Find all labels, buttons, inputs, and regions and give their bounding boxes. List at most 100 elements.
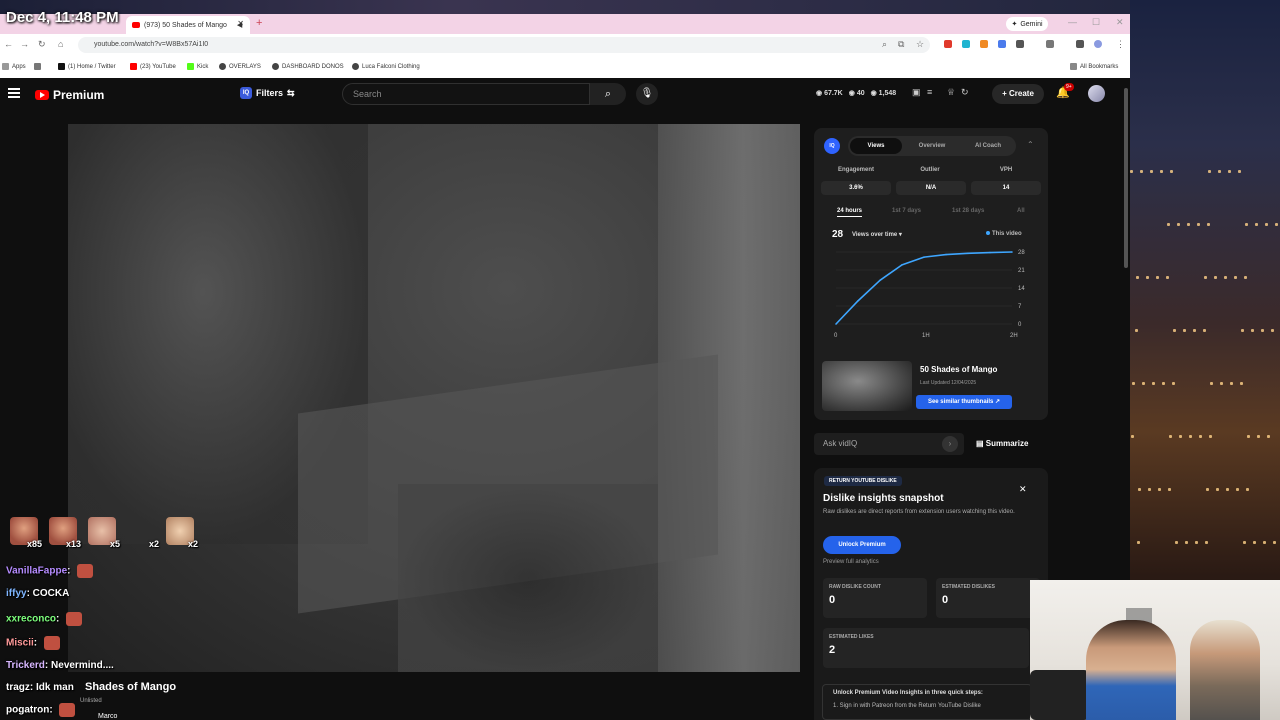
stat-subs: ◉ 1,548 xyxy=(871,89,897,97)
unlock-premium-button[interactable]: Unlock Premium xyxy=(823,536,901,554)
metric-label: Outlier xyxy=(920,167,940,173)
extension-icon[interactable] xyxy=(944,40,952,48)
city-light xyxy=(1230,382,1233,385)
city-light xyxy=(1244,276,1247,279)
city-light xyxy=(1218,170,1221,173)
forward-icon[interactable]: → xyxy=(20,39,29,49)
tab-overview[interactable]: Overview xyxy=(906,138,958,154)
zoom-icon[interactable]: ⌕ xyxy=(882,39,887,50)
tab-views[interactable]: Views xyxy=(850,138,902,154)
city-light xyxy=(1209,435,1212,438)
premium-steps: Unlock Premium Video Insights in three q… xyxy=(822,684,1032,720)
webcam-overlay xyxy=(1030,580,1280,720)
emote-count: x2 xyxy=(187,539,198,549)
city-light xyxy=(1271,329,1274,332)
search-input[interactable]: Search xyxy=(342,83,590,105)
search-placeholder: Search xyxy=(353,89,382,99)
bookmark-star-icon[interactable]: ☆ xyxy=(916,39,924,50)
chat-text: : xyxy=(56,613,63,625)
refresh-icon[interactable]: ↻ xyxy=(961,87,969,98)
bookmark-kick[interactable]: Kick xyxy=(187,63,208,70)
extension-icon[interactable] xyxy=(962,40,970,48)
maximize-icon[interactable]: ☐ xyxy=(1092,17,1100,28)
summarize-button[interactable]: ▤ Summarize xyxy=(976,439,1028,448)
city-light xyxy=(1132,382,1135,385)
home-icon[interactable]: ⌂ xyxy=(58,39,63,49)
hamburger-menu-icon[interactable] xyxy=(8,88,20,98)
y-tick-label: 28 xyxy=(1018,250,1025,256)
minimize-icon[interactable]: — xyxy=(1068,17,1077,27)
new-tab-icon[interactable]: + xyxy=(256,17,262,29)
x-tick-label: 1H xyxy=(922,333,930,339)
stat-label: ESTIMATED LIKES xyxy=(829,634,874,640)
city-light xyxy=(1138,488,1141,491)
range-all[interactable]: All xyxy=(1017,208,1025,214)
list-icon[interactable]: ≡ xyxy=(927,87,932,97)
ryd-title: Dislike insights snapshot xyxy=(823,493,944,504)
eye-icon: ◉ xyxy=(816,90,825,97)
close-icon[interactable]: ✕ xyxy=(1019,484,1027,495)
city-light xyxy=(1234,276,1237,279)
bookmark-apps[interactable]: Apps xyxy=(2,63,26,70)
collapse-chevron-icon[interactable]: ⌃ xyxy=(1027,140,1034,149)
vidiq-header-icon[interactable]: ▣ xyxy=(912,87,921,98)
bookmark-youtube[interactable]: (23) YouTube xyxy=(130,63,176,70)
chat-message: Miscii: xyxy=(6,636,60,650)
stat-label: RAW DISLIKE COUNT xyxy=(829,584,881,590)
bookmark-overlays[interactable]: OVERLAYS xyxy=(219,63,261,70)
range-24h[interactable]: 24 hours xyxy=(837,208,863,217)
data-point xyxy=(1011,251,1013,253)
extension-icon[interactable] xyxy=(998,40,1006,48)
emote-count: x5 xyxy=(109,539,120,549)
bookmark-grid[interactable] xyxy=(34,63,41,70)
legend-dot xyxy=(986,231,990,235)
similar-thumbnails-button[interactable]: See similar thumbnails ↗ xyxy=(916,395,1012,409)
send-arrow-icon[interactable]: › xyxy=(942,436,958,452)
views-dropdown[interactable]: Views over time ▾ xyxy=(852,231,902,238)
preview-analytics: Preview full analytics xyxy=(823,559,879,565)
city-light xyxy=(1140,170,1143,173)
sliders-icon: ⇆ xyxy=(287,87,295,98)
city-light xyxy=(1173,329,1176,332)
city-light xyxy=(1214,276,1217,279)
all-bookmarks[interactable]: All Bookmarks xyxy=(1070,63,1118,70)
range-28d[interactable]: 1st 28 days xyxy=(952,208,984,214)
city-light xyxy=(1247,435,1250,438)
install-icon[interactable]: ⧉ xyxy=(898,39,904,50)
profile-icon[interactable] xyxy=(1094,40,1102,48)
gemini-button[interactable]: ✦ Gemini xyxy=(1006,17,1048,31)
search-button[interactable]: ⌕ xyxy=(590,83,626,105)
reload-icon[interactable]: ↻ xyxy=(38,39,46,50)
tab-ai-coach[interactable]: AI Coach xyxy=(962,138,1014,154)
close-tab-icon[interactable]: ✕ xyxy=(237,19,244,28)
extensions-puzzle-icon[interactable] xyxy=(1016,40,1024,48)
url-field[interactable]: youtube.com/watch?v=W8Bx57Ai1I0 xyxy=(78,37,930,53)
extension-icon[interactable] xyxy=(980,40,988,48)
bookmark-clothing[interactable]: Luca Falconi Clothing xyxy=(352,63,420,70)
filters-button[interactable]: IQ Filters ⇆ xyxy=(240,87,295,99)
cast-icon[interactable] xyxy=(1076,40,1084,48)
avatar[interactable] xyxy=(1088,85,1105,102)
kebab-menu-icon[interactable]: ⋮ xyxy=(1116,39,1125,50)
page-scrollbar[interactable] xyxy=(1124,88,1128,268)
bookmark-dashboard[interactable]: DASHBOARD DONOS xyxy=(272,63,344,70)
close-window-icon[interactable]: ✕ xyxy=(1116,17,1124,28)
sidebar-icon[interactable] xyxy=(1046,40,1054,48)
youtube-logo[interactable]: Premium xyxy=(35,88,104,102)
city-light xyxy=(1177,223,1180,226)
voice-search-button[interactable]: 🎙 xyxy=(636,83,658,105)
browser-tab[interactable]: (973) 50 Shades of Mango ◀ ✕ xyxy=(126,16,250,34)
range-7d[interactable]: 1st 7 days xyxy=(892,208,921,214)
stream-clock: Dec 4, 11:48 PM xyxy=(6,9,119,26)
emote-count: x2 xyxy=(148,539,159,549)
chat-emote-icon xyxy=(43,636,60,650)
stat-value: 0 xyxy=(829,594,836,606)
chat-message: VanillaFappe: xyxy=(6,564,94,578)
trophy-icon[interactable]: ♕ xyxy=(947,87,955,98)
city-light xyxy=(1238,170,1241,173)
video-thumbnail[interactable] xyxy=(822,361,912,411)
youtube-favicon-icon xyxy=(132,22,140,28)
back-icon[interactable]: ← xyxy=(4,39,13,49)
create-button[interactable]: + Create xyxy=(992,84,1044,104)
bookmark-twitter[interactable]: (1) Home / Twitter xyxy=(58,63,116,70)
